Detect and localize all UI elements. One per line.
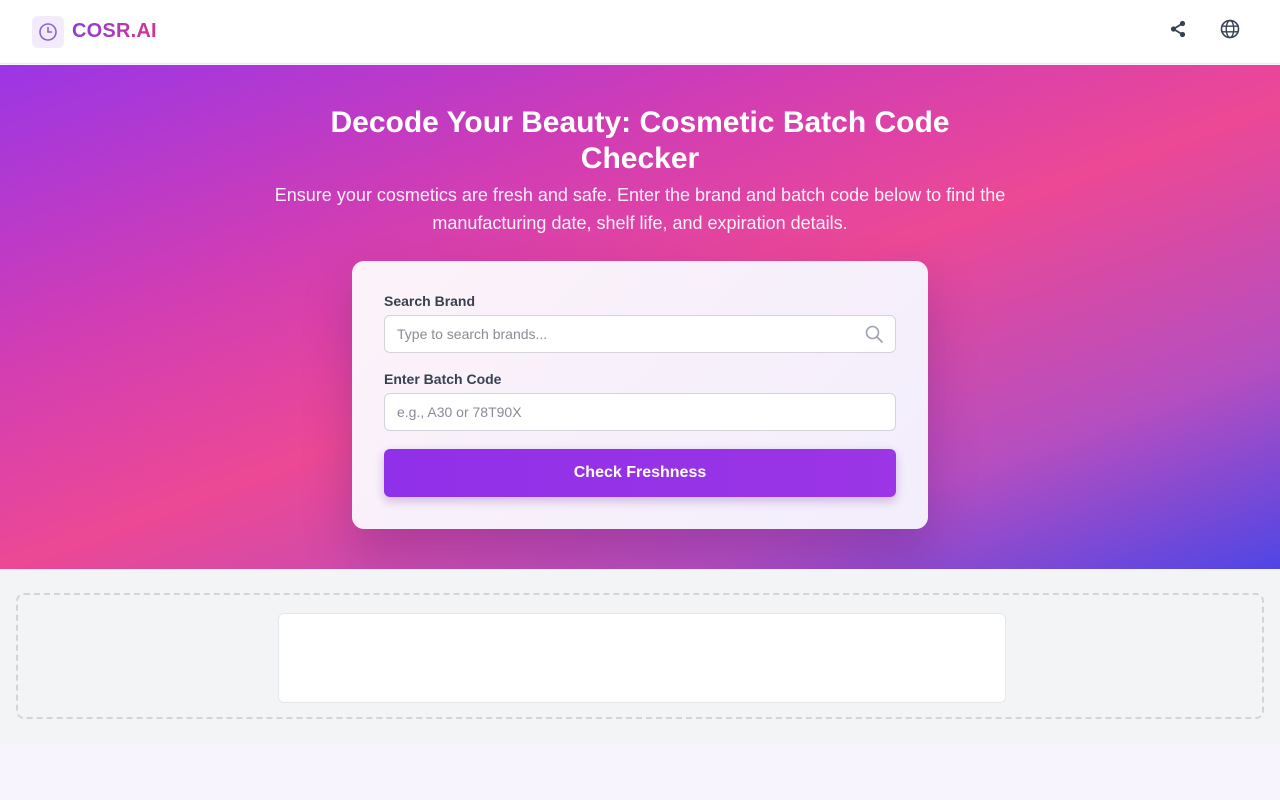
brand-field xyxy=(384,315,896,353)
batch-field xyxy=(384,393,896,431)
clock-icon xyxy=(32,15,64,48)
hero-section: Decode Your Beauty: Cosmetic Batch Code … xyxy=(0,65,1280,569)
share-icon xyxy=(1168,19,1188,44)
page-subtitle: Ensure your cosmetics are fresh and safe… xyxy=(274,185,1006,233)
batch-code-input[interactable] xyxy=(384,393,896,431)
search-card: Search Brand Enter Batch Code Check Fres… xyxy=(352,261,928,529)
brand-field-label: Search Brand xyxy=(384,293,476,309)
brand-name: COSR.AI xyxy=(72,20,157,42)
header-actions xyxy=(1160,14,1248,50)
globe-icon xyxy=(1219,18,1241,45)
results-panel xyxy=(278,613,1006,703)
results-dropzone xyxy=(16,593,1264,719)
language-button[interactable] xyxy=(1212,14,1248,50)
brand-search-input[interactable] xyxy=(384,315,896,353)
check-freshness-button[interactable]: Check Freshness xyxy=(384,449,896,497)
results-section xyxy=(0,569,1280,744)
batch-field-label: Enter Batch Code xyxy=(384,371,502,387)
brand[interactable]: COSR.AI xyxy=(32,15,157,48)
share-button[interactable] xyxy=(1160,14,1196,50)
top-header: COSR.AI xyxy=(0,0,1280,64)
page-title: Decode Your Beauty: Cosmetic Batch Code … xyxy=(330,106,950,175)
search-icon xyxy=(864,324,884,344)
